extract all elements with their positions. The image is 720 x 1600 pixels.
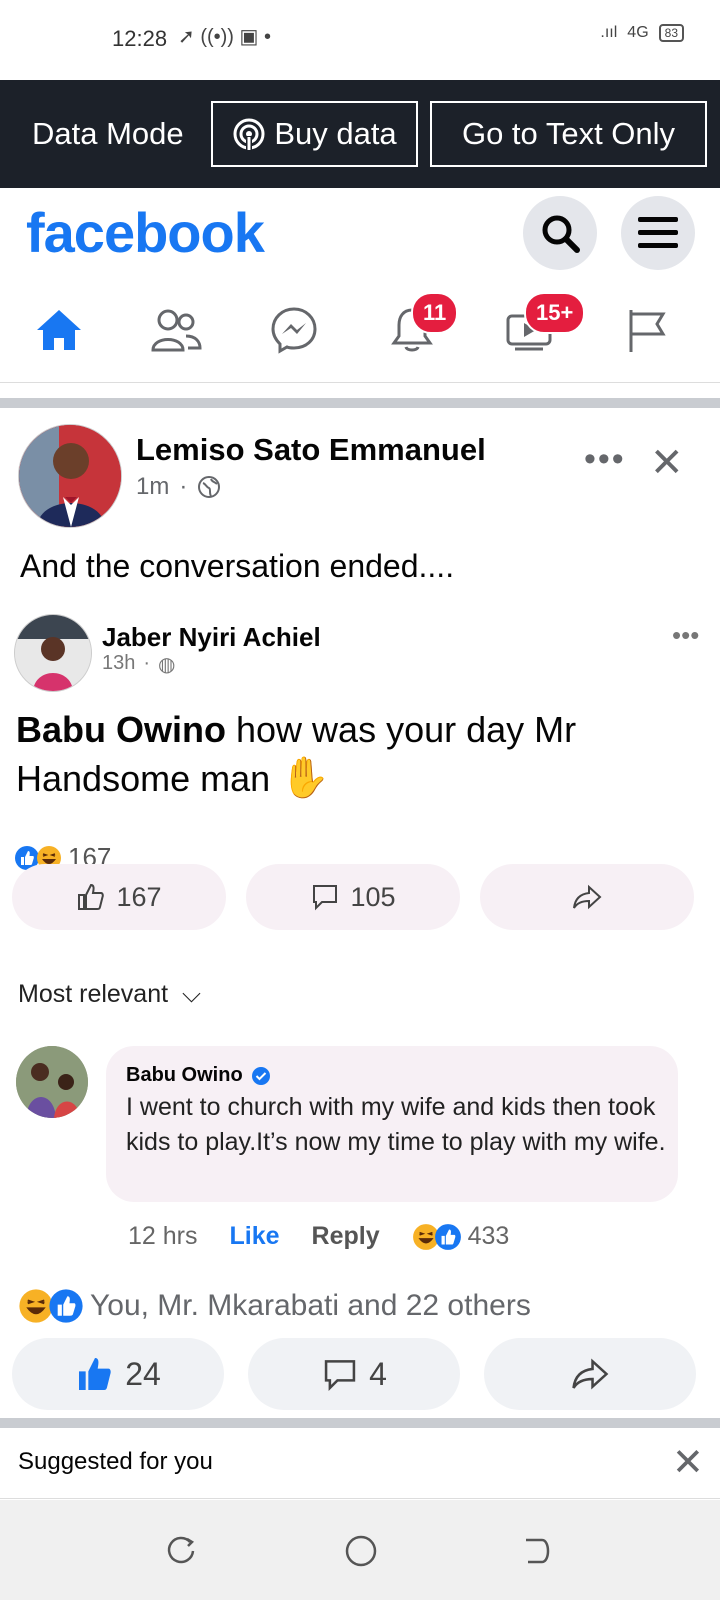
video-badge: 15+ (524, 292, 586, 334)
share-icon (572, 1358, 609, 1390)
main-nav: 11 15+ (0, 290, 720, 383)
notifications-badge: 11 (411, 292, 459, 334)
more-options-icon[interactable]: ••• (584, 440, 626, 479)
dot-separator: · (179, 473, 188, 500)
nav-friends[interactable] (141, 298, 211, 362)
comment-text: I went to church with my wife and kids t… (126, 1093, 666, 1156)
battery-icon: 83 (658, 24, 684, 42)
nav-pages[interactable] (612, 298, 682, 362)
shared-like-count: 167 (116, 881, 162, 912)
shared-comment-count: 105 (350, 881, 396, 912)
comment-reactions: 433 (412, 1222, 510, 1251)
mentioned-name: Babu Owino (16, 709, 226, 750)
data-mode-bar: Data Mode Buy data Go to Text Only (0, 80, 720, 188)
comment-icon (313, 885, 338, 911)
signal-icon: .ııl (600, 24, 618, 41)
data-mode-label: Data Mode (32, 116, 184, 151)
search-icon (542, 215, 580, 253)
shared-author-photo (15, 615, 91, 691)
back-icon[interactable] (520, 1534, 554, 1568)
shared-like-pill: 167 (12, 864, 226, 930)
status-right: .ııl 4G 83 (600, 24, 684, 42)
menu-button[interactable] (621, 196, 695, 270)
raised-hand-emoji: ✋ (280, 756, 330, 800)
suggested-heading: Suggested for you (18, 1448, 213, 1475)
like-button[interactable]: 24 (12, 1338, 224, 1410)
comment-icon (324, 1360, 356, 1391)
comment-like-link: Like (229, 1222, 280, 1250)
reaction-summary[interactable]: You, Mr. Mkarabati and 22 others (18, 1288, 531, 1324)
post-meta: 1m · (136, 473, 221, 501)
thumbs-up-icon (79, 1358, 111, 1390)
close-icon[interactable]: ✕ (672, 1440, 704, 1485)
comment-bubble: Babu Owino I went to church with my wife… (106, 1046, 678, 1202)
home-icon (37, 310, 81, 350)
app-notification-icon: ➚ ((•)) ▣ • (178, 26, 271, 48)
author-photo (19, 425, 121, 527)
search-button[interactable] (523, 196, 597, 270)
shared-post-author: Jaber Nyiri Achiel (102, 622, 321, 652)
status-bar: 12:28 ➚ ((•)) ▣ • .ııl 4G 83 (0, 0, 720, 80)
recents-icon[interactable] (164, 1534, 198, 1568)
post-author[interactable]: Lemiso Sato Emmanuel (136, 432, 486, 468)
shared-share-pill (480, 864, 694, 930)
commenter-photo (16, 1046, 88, 1118)
friends-icon (151, 309, 202, 352)
shared-post-meta: 13h · ◍ (102, 652, 176, 677)
shared-more-icon: ••• (672, 620, 700, 650)
comment-button[interactable]: 4 (248, 1338, 460, 1410)
comment-actions: 12 hrs Like Reply 433 (128, 1222, 509, 1251)
like-reaction-icon (49, 1289, 83, 1323)
status-icons: ➚ ((•)) ▣ • (178, 24, 271, 49)
network-type: 4G (627, 24, 649, 41)
comment-author-name: Babu Owino (126, 1064, 243, 1086)
shared-author-avatar (14, 614, 92, 692)
facebook-logo[interactable]: facebook (26, 200, 265, 265)
buy-data-label: Buy data (274, 116, 397, 151)
thumbs-up-icon (78, 883, 105, 910)
buy-data-button[interactable]: Buy data (211, 101, 418, 167)
close-icon[interactable]: ✕ (650, 440, 684, 486)
nav-messenger[interactable] (259, 298, 329, 362)
system-nav-bar (0, 1500, 720, 1600)
like-count: 24 (125, 1355, 161, 1392)
reaction-summary-text: You, Mr. Mkarabati and 22 others (90, 1289, 531, 1322)
hamburger-icon (638, 217, 678, 248)
dot-separator: · (143, 652, 151, 674)
feed-separator (0, 1418, 720, 1428)
flag-icon (629, 310, 666, 352)
post-text: And the conversation ended.... (20, 548, 455, 584)
like-reaction-icon (434, 1223, 461, 1250)
text-only-button[interactable]: Go to Text Only (430, 101, 707, 167)
share-button[interactable] (484, 1338, 696, 1410)
divider (0, 1498, 720, 1499)
globe-icon (198, 476, 221, 498)
commenter-avatar (16, 1046, 88, 1118)
shared-post-time: 13h (102, 652, 136, 674)
broadcast-icon (233, 118, 265, 150)
sort-label: Most relevant (18, 980, 169, 1008)
chevron-down-icon: ⌵ (175, 980, 201, 1008)
shared-comment-pill: 105 (246, 864, 460, 930)
post-time[interactable]: 1m (136, 473, 169, 501)
comment-count: 4 (369, 1355, 387, 1392)
comment-author: Babu Owino (126, 1064, 271, 1087)
text-only-label: Go to Text Only (461, 116, 676, 151)
shared-post-text: Babu Owino how was your day Mr Handsome … (16, 706, 706, 803)
share-icon (573, 884, 602, 910)
author-avatar[interactable] (18, 424, 122, 528)
comment-reply-link: Reply (311, 1222, 380, 1250)
comment-reaction-count: 433 (467, 1222, 510, 1250)
sort-comments: Most relevant ⌵ (18, 980, 201, 1009)
feed-separator (0, 398, 720, 408)
verified-badge-icon (251, 1066, 270, 1085)
comment-time: 12 hrs (128, 1222, 198, 1250)
home-circle-icon[interactable] (344, 1534, 378, 1568)
status-time: 12:28 (112, 26, 168, 51)
nav-notifications[interactable]: 11 (377, 292, 459, 362)
nav-watch[interactable]: 15+ (494, 292, 586, 362)
messenger-icon (271, 307, 317, 354)
globe-icon: ◍ (158, 654, 176, 676)
nav-home[interactable] (24, 298, 94, 362)
